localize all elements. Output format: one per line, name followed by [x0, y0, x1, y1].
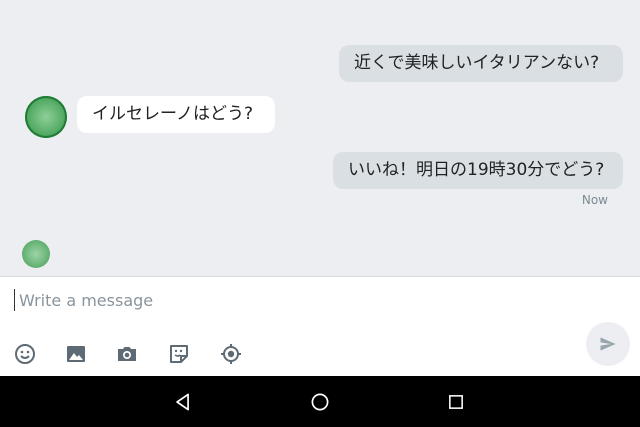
message-text: イルセレーノはどう?: [92, 104, 254, 124]
back-icon[interactable]: [170, 389, 196, 415]
message-text: いいね！明日の19時30分でどう?: [348, 160, 605, 180]
chat-area: 近くで美味しいイタリアンない? イルセレーノはどう? いいね！明日の19時30分…: [0, 0, 640, 276]
send-button[interactable]: [586, 322, 630, 366]
system-navigation-bar: [0, 376, 640, 427]
recents-icon[interactable]: [443, 389, 469, 415]
typing-indicator-avatar: [22, 240, 50, 268]
home-icon[interactable]: [307, 389, 333, 415]
message-outgoing[interactable]: いいね！明日の19時30分でどう?: [333, 152, 623, 189]
image-icon[interactable]: [63, 341, 89, 367]
message-timestamp: Now: [581, 193, 608, 207]
bot-avatar[interactable]: [25, 96, 67, 138]
sticker-icon[interactable]: [166, 341, 192, 367]
message-outgoing[interactable]: 近くで美味しいイタリアンない?: [339, 45, 623, 82]
message-incoming[interactable]: イルセレーノはどう?: [77, 96, 275, 133]
message-text: 近くで美味しいイタリアンない?: [354, 53, 600, 73]
message-input[interactable]: [14, 289, 559, 311]
emoji-icon[interactable]: [12, 341, 38, 367]
camera-icon[interactable]: [114, 341, 140, 367]
location-icon[interactable]: [218, 341, 244, 367]
message-composer: [0, 276, 640, 377]
send-icon: [600, 337, 616, 351]
